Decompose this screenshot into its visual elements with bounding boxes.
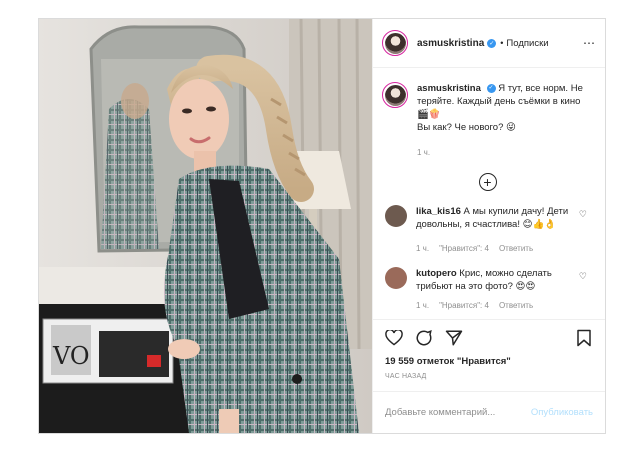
comment-meta: 1 ч. "Нравится": 4 Ответить	[416, 301, 593, 310]
post-header: asmuskristina ✓ • Подписки ⋯	[373, 19, 605, 68]
comment-icon[interactable]	[413, 327, 435, 349]
action-bar	[373, 319, 605, 355]
comment-avatar[interactable]	[385, 267, 407, 289]
caption: asmuskristina ✓ Я тут, все норм. Не теря…	[382, 82, 593, 134]
caption-time: 1 ч.	[417, 148, 431, 157]
caption-text-line2: Вы как? Че нового? 😜	[417, 122, 516, 133]
comment-item: lika_kis16 А мы купили дачу! Дети доволь…	[382, 205, 593, 231]
comment-meta: 1 ч. "Нравится": 4 Ответить	[416, 244, 593, 253]
bookmark-icon[interactable]	[573, 327, 595, 349]
caption-avatar[interactable]	[382, 82, 408, 108]
author-avatar[interactable]	[382, 30, 408, 56]
comment-avatar[interactable]	[385, 205, 407, 227]
photo-illustration: VO	[39, 19, 372, 433]
svg-text:VO: VO	[52, 342, 90, 370]
comment-input[interactable]: Добавьте комментарий...	[385, 407, 495, 418]
post-container: VO asmuskristina ✓ • Подписки ⋯ asmuskri…	[38, 18, 606, 434]
following-button[interactable]: Подписки	[506, 38, 548, 49]
comment-username[interactable]: lika_kis16	[416, 206, 461, 217]
like-comment-heart-icon[interactable]: ♡	[579, 271, 587, 282]
load-more-comments-icon[interactable]: +	[478, 173, 497, 191]
separator-dot: •	[500, 38, 504, 48]
comment-time: 1 ч.	[416, 301, 430, 310]
likes-count[interactable]: 19 559 отметок "Нравится"	[373, 356, 605, 367]
verified-badge-icon: ✓	[486, 83, 496, 93]
like-comment-heart-icon[interactable]: ♡	[579, 209, 587, 220]
heart-icon[interactable]	[383, 327, 405, 349]
publish-button[interactable]: Опубликовать	[531, 407, 593, 418]
caption-username[interactable]: asmuskristina	[417, 83, 481, 94]
post-sidebar: asmuskristina ✓ • Подписки ⋯ asmuskristi…	[372, 19, 605, 433]
comment-username[interactable]: kutopero	[416, 268, 457, 279]
comment-likes[interactable]: "Нравится": 4	[439, 244, 489, 253]
post-photo[interactable]: VO	[39, 19, 372, 433]
ellipsis-icon[interactable]: ⋯	[583, 36, 595, 50]
post-time-ago: ЧАС НАЗАД	[385, 373, 427, 380]
comments-section: asmuskristina ✓ Я тут, все норм. Не теря…	[373, 68, 605, 319]
share-icon[interactable]	[443, 327, 465, 349]
author-username[interactable]: asmuskristina	[417, 38, 484, 49]
verified-badge-icon: ✓	[487, 38, 497, 48]
comment-time: 1 ч.	[416, 244, 430, 253]
comment-item: kutopero Крис, можно сделать трибьют на …	[382, 267, 593, 293]
add-comment-bar: Добавьте комментарий... Опубликовать	[373, 391, 605, 433]
comment-likes[interactable]: "Нравится": 4	[439, 301, 489, 310]
reply-button[interactable]: Ответить	[499, 301, 533, 310]
reply-button[interactable]: Ответить	[499, 244, 533, 253]
